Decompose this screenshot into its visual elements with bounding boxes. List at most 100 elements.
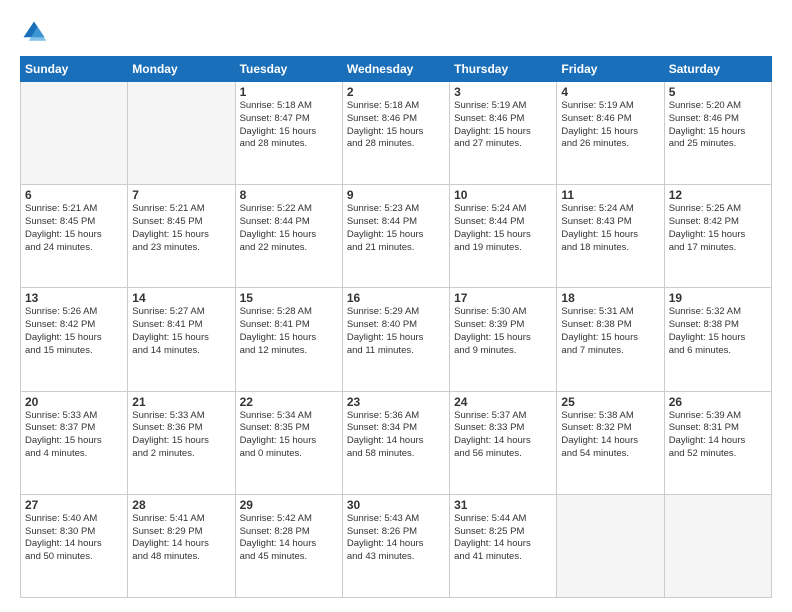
day-info: Sunrise: 5:29 AM Sunset: 8:40 PM Dayligh… [347,306,445,357]
calendar-cell: 8Sunrise: 5:22 AM Sunset: 8:44 PM Daylig… [235,185,342,288]
day-info: Sunrise: 5:33 AM Sunset: 8:36 PM Dayligh… [132,410,230,461]
day-number: 7 [132,188,230,202]
calendar-cell: 15Sunrise: 5:28 AM Sunset: 8:41 PM Dayli… [235,288,342,391]
calendar-cell: 1Sunrise: 5:18 AM Sunset: 8:47 PM Daylig… [235,82,342,185]
calendar-cell: 3Sunrise: 5:19 AM Sunset: 8:46 PM Daylig… [450,82,557,185]
logo-icon [20,18,48,46]
day-number: 29 [240,498,338,512]
calendar-week-row: 27Sunrise: 5:40 AM Sunset: 8:30 PM Dayli… [21,494,772,597]
calendar-cell: 29Sunrise: 5:42 AM Sunset: 8:28 PM Dayli… [235,494,342,597]
day-info: Sunrise: 5:34 AM Sunset: 8:35 PM Dayligh… [240,410,338,461]
calendar-cell: 14Sunrise: 5:27 AM Sunset: 8:41 PM Dayli… [128,288,235,391]
calendar-cell: 25Sunrise: 5:38 AM Sunset: 8:32 PM Dayli… [557,391,664,494]
calendar-cell: 22Sunrise: 5:34 AM Sunset: 8:35 PM Dayli… [235,391,342,494]
day-number: 1 [240,85,338,99]
day-number: 17 [454,291,552,305]
calendar-cell: 12Sunrise: 5:25 AM Sunset: 8:42 PM Dayli… [664,185,771,288]
calendar-cell: 27Sunrise: 5:40 AM Sunset: 8:30 PM Dayli… [21,494,128,597]
day-number: 12 [669,188,767,202]
day-number: 15 [240,291,338,305]
calendar-table: SundayMondayTuesdayWednesdayThursdayFrid… [20,56,772,598]
day-number: 31 [454,498,552,512]
calendar-cell [128,82,235,185]
day-info: Sunrise: 5:38 AM Sunset: 8:32 PM Dayligh… [561,410,659,461]
calendar-cell: 13Sunrise: 5:26 AM Sunset: 8:42 PM Dayli… [21,288,128,391]
logo [20,18,52,46]
day-info: Sunrise: 5:20 AM Sunset: 8:46 PM Dayligh… [669,100,767,151]
day-info: Sunrise: 5:24 AM Sunset: 8:44 PM Dayligh… [454,203,552,254]
day-info: Sunrise: 5:21 AM Sunset: 8:45 PM Dayligh… [132,203,230,254]
day-info: Sunrise: 5:33 AM Sunset: 8:37 PM Dayligh… [25,410,123,461]
day-number: 9 [347,188,445,202]
day-number: 3 [454,85,552,99]
page: SundayMondayTuesdayWednesdayThursdayFrid… [0,0,792,612]
calendar-week-row: 13Sunrise: 5:26 AM Sunset: 8:42 PM Dayli… [21,288,772,391]
day-info: Sunrise: 5:30 AM Sunset: 8:39 PM Dayligh… [454,306,552,357]
day-number: 10 [454,188,552,202]
day-info: Sunrise: 5:37 AM Sunset: 8:33 PM Dayligh… [454,410,552,461]
day-info: Sunrise: 5:28 AM Sunset: 8:41 PM Dayligh… [240,306,338,357]
calendar-header-friday: Friday [557,57,664,82]
day-number: 20 [25,395,123,409]
day-number: 21 [132,395,230,409]
calendar-cell: 26Sunrise: 5:39 AM Sunset: 8:31 PM Dayli… [664,391,771,494]
day-info: Sunrise: 5:43 AM Sunset: 8:26 PM Dayligh… [347,513,445,564]
calendar-cell: 20Sunrise: 5:33 AM Sunset: 8:37 PM Dayli… [21,391,128,494]
calendar-cell: 16Sunrise: 5:29 AM Sunset: 8:40 PM Dayli… [342,288,449,391]
calendar-cell: 24Sunrise: 5:37 AM Sunset: 8:33 PM Dayli… [450,391,557,494]
calendar-cell: 4Sunrise: 5:19 AM Sunset: 8:46 PM Daylig… [557,82,664,185]
day-info: Sunrise: 5:27 AM Sunset: 8:41 PM Dayligh… [132,306,230,357]
calendar-cell: 11Sunrise: 5:24 AM Sunset: 8:43 PM Dayli… [557,185,664,288]
calendar-cell: 2Sunrise: 5:18 AM Sunset: 8:46 PM Daylig… [342,82,449,185]
day-number: 27 [25,498,123,512]
calendar-cell: 9Sunrise: 5:23 AM Sunset: 8:44 PM Daylig… [342,185,449,288]
calendar-cell: 30Sunrise: 5:43 AM Sunset: 8:26 PM Dayli… [342,494,449,597]
calendar-header-wednesday: Wednesday [342,57,449,82]
day-number: 11 [561,188,659,202]
day-number: 18 [561,291,659,305]
calendar-cell: 28Sunrise: 5:41 AM Sunset: 8:29 PM Dayli… [128,494,235,597]
calendar-cell [21,82,128,185]
calendar-cell: 5Sunrise: 5:20 AM Sunset: 8:46 PM Daylig… [664,82,771,185]
day-number: 16 [347,291,445,305]
calendar-header-sunday: Sunday [21,57,128,82]
calendar-header-tuesday: Tuesday [235,57,342,82]
day-info: Sunrise: 5:32 AM Sunset: 8:38 PM Dayligh… [669,306,767,357]
calendar-header-monday: Monday [128,57,235,82]
day-number: 6 [25,188,123,202]
day-info: Sunrise: 5:44 AM Sunset: 8:25 PM Dayligh… [454,513,552,564]
calendar-header-thursday: Thursday [450,57,557,82]
calendar-week-row: 6Sunrise: 5:21 AM Sunset: 8:45 PM Daylig… [21,185,772,288]
day-info: Sunrise: 5:18 AM Sunset: 8:47 PM Dayligh… [240,100,338,151]
day-info: Sunrise: 5:40 AM Sunset: 8:30 PM Dayligh… [25,513,123,564]
day-info: Sunrise: 5:21 AM Sunset: 8:45 PM Dayligh… [25,203,123,254]
day-number: 5 [669,85,767,99]
day-info: Sunrise: 5:25 AM Sunset: 8:42 PM Dayligh… [669,203,767,254]
calendar-cell [557,494,664,597]
day-info: Sunrise: 5:23 AM Sunset: 8:44 PM Dayligh… [347,203,445,254]
day-info: Sunrise: 5:22 AM Sunset: 8:44 PM Dayligh… [240,203,338,254]
day-info: Sunrise: 5:19 AM Sunset: 8:46 PM Dayligh… [454,100,552,151]
day-number: 28 [132,498,230,512]
day-number: 14 [132,291,230,305]
day-info: Sunrise: 5:42 AM Sunset: 8:28 PM Dayligh… [240,513,338,564]
day-info: Sunrise: 5:36 AM Sunset: 8:34 PM Dayligh… [347,410,445,461]
calendar-cell: 18Sunrise: 5:31 AM Sunset: 8:38 PM Dayli… [557,288,664,391]
header [20,18,772,46]
calendar-cell: 10Sunrise: 5:24 AM Sunset: 8:44 PM Dayli… [450,185,557,288]
day-number: 25 [561,395,659,409]
day-info: Sunrise: 5:39 AM Sunset: 8:31 PM Dayligh… [669,410,767,461]
calendar-cell: 6Sunrise: 5:21 AM Sunset: 8:45 PM Daylig… [21,185,128,288]
calendar-cell [664,494,771,597]
day-number: 8 [240,188,338,202]
day-number: 26 [669,395,767,409]
day-number: 4 [561,85,659,99]
day-info: Sunrise: 5:24 AM Sunset: 8:43 PM Dayligh… [561,203,659,254]
day-number: 30 [347,498,445,512]
day-number: 23 [347,395,445,409]
calendar-cell: 31Sunrise: 5:44 AM Sunset: 8:25 PM Dayli… [450,494,557,597]
calendar-header-saturday: Saturday [664,57,771,82]
calendar-cell: 21Sunrise: 5:33 AM Sunset: 8:36 PM Dayli… [128,391,235,494]
calendar-cell: 7Sunrise: 5:21 AM Sunset: 8:45 PM Daylig… [128,185,235,288]
calendar-week-row: 20Sunrise: 5:33 AM Sunset: 8:37 PM Dayli… [21,391,772,494]
